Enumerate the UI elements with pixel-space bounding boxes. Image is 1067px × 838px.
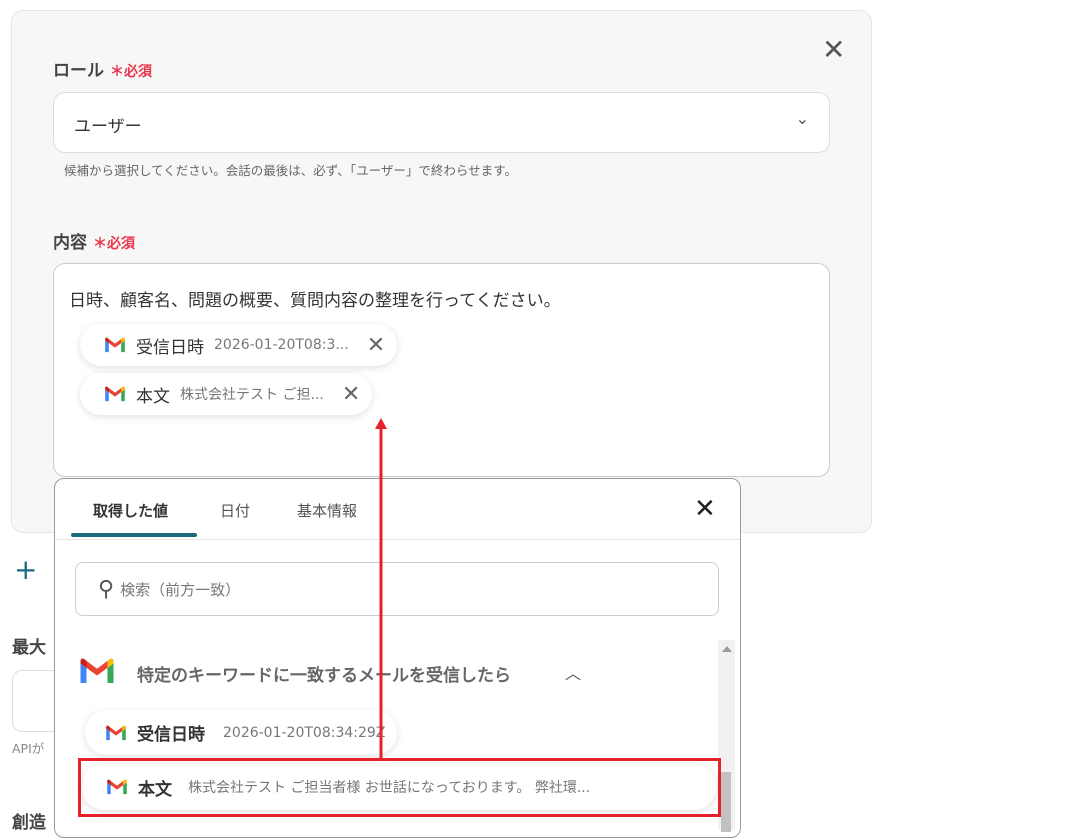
chip-value: 2026-01-20T08:3... bbox=[214, 337, 349, 353]
scrollbar-thumb[interactable] bbox=[721, 772, 731, 832]
required-badge: ＊必須 bbox=[93, 236, 135, 252]
role-value: ユーザー bbox=[74, 117, 142, 137]
tab-basic-info[interactable]: 基本情報 bbox=[297, 500, 357, 521]
scroll-up-icon[interactable] bbox=[722, 646, 732, 652]
chip-value: 株式会社テスト ご担... bbox=[180, 387, 324, 403]
close-card-icon[interactable]: ✕ bbox=[822, 33, 845, 66]
gmail-icon bbox=[105, 725, 127, 741]
variable-chip[interactable]: 受信日時 2026-01-20T08:3... ✕ bbox=[80, 324, 398, 366]
tab-obtained-values[interactable]: 取得した値 bbox=[93, 500, 168, 521]
chevron-down-icon: ⌄ bbox=[795, 109, 809, 128]
close-panel-icon[interactable]: ✕ bbox=[694, 494, 716, 524]
gmail-icon bbox=[104, 386, 126, 402]
active-tab-indicator bbox=[71, 533, 197, 537]
max-label: 最大 bbox=[12, 638, 46, 658]
role-select[interactable]: ユーザー ⌄ bbox=[53, 92, 830, 153]
add-icon[interactable]: + bbox=[14, 553, 37, 586]
required-text: 必須 bbox=[107, 236, 135, 252]
chip-key: 受信日時 bbox=[136, 337, 204, 358]
search-icon: ⚲ bbox=[98, 576, 115, 602]
highlight-box bbox=[78, 758, 721, 817]
remove-chip-icon[interactable]: ✕ bbox=[367, 333, 385, 358]
content-label-text: 内容 bbox=[53, 233, 87, 253]
item-key: 受信日時 bbox=[137, 725, 205, 745]
role-label: ロール ＊必須 bbox=[53, 56, 152, 81]
remove-chip-icon[interactable]: ✕ bbox=[342, 382, 360, 407]
picker-item[interactable]: 受信日時 2026-01-20T08:34:29Z bbox=[85, 710, 398, 755]
variable-chip[interactable]: 本文 株式会社テスト ご担... ✕ bbox=[80, 373, 373, 415]
content-label: 内容 ＊必須 bbox=[53, 228, 135, 253]
divider bbox=[55, 539, 740, 540]
required-badge: ＊必須 bbox=[110, 64, 152, 80]
required-text: 必須 bbox=[124, 64, 152, 80]
content-textarea[interactable]: 日時、顧客名、問題の概要、質問内容の整理を行ってください。 受信日時 2026-0… bbox=[53, 263, 830, 477]
arrow-annotation bbox=[375, 418, 387, 760]
content-text: 日時、顧客名、問題の概要、質問内容の整理を行ってください。 bbox=[69, 291, 561, 311]
item-value: 2026-01-20T08:34:29Z bbox=[223, 724, 386, 741]
create-label: 創造 bbox=[12, 813, 46, 833]
group-title: 特定のキーワードに一致するメールを受信したら bbox=[137, 666, 511, 686]
search-input[interactable]: ⚲ 検索（前方一致） bbox=[75, 562, 719, 616]
search-placeholder: 検索（前方一致） bbox=[120, 580, 241, 599]
role-help: 候補から選択してください。会話の最後は、必ず、「ユーザー」で終わらせます。 bbox=[64, 163, 517, 178]
api-help: APIが bbox=[12, 741, 45, 756]
role-label-text: ロール bbox=[53, 61, 104, 81]
gmail-icon bbox=[104, 337, 126, 353]
gmail-icon bbox=[79, 657, 115, 685]
chevron-up-icon[interactable]: ︿ bbox=[565, 660, 581, 684]
chip-key: 本文 bbox=[136, 386, 170, 407]
tab-date[interactable]: 日付 bbox=[220, 500, 250, 521]
